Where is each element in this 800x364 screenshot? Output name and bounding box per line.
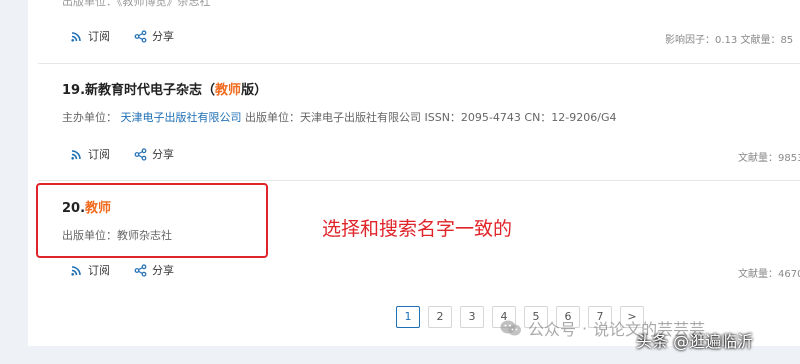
results-panel: [28, 0, 800, 346]
subscribe-label: 订阅: [88, 148, 110, 161]
sponsor-label: 主办单位：: [62, 111, 117, 124]
watermark-account: 公众号: [528, 320, 577, 339]
divider: [38, 180, 800, 181]
share-icon: [134, 147, 147, 161]
page-button[interactable]: 1: [396, 306, 420, 328]
highlight-box: [36, 183, 268, 258]
share-label: 分享: [152, 264, 174, 277]
truncated-meta: 出版单位：《教师博览》杂志社: [62, 0, 211, 8]
platform-stamp: 头条 @逛遍临沂: [636, 332, 754, 351]
title-text-post: 版）: [241, 83, 268, 98]
result-number: 19.: [62, 83, 86, 98]
share-icon: [134, 263, 147, 277]
title-highlight: 教师: [215, 83, 242, 98]
watermark-dot: ·: [582, 318, 588, 338]
share-label: 分享: [152, 30, 174, 43]
rss-icon: [71, 31, 81, 42]
wechat-icon: [500, 320, 521, 336]
subscribe-button[interactable]: 订阅: [70, 28, 110, 44]
share-icon: [134, 29, 147, 43]
subscribe-label: 订阅: [88, 264, 110, 277]
share-label: 分享: [152, 148, 174, 161]
result-stats: 文献量：4670: [738, 269, 800, 280]
subscribe-label: 订阅: [88, 30, 110, 43]
result-stats: 影响因子：0.13 文献量：85: [665, 35, 794, 46]
page-button[interactable]: 2: [428, 306, 452, 328]
share-button[interactable]: 分享: [134, 146, 174, 162]
result-meta: 主办单位： 天津电子出版社有限公司 出版单位：天津电子出版社有限公司 ISSN：…: [62, 109, 617, 125]
subscribe-button[interactable]: 订阅: [70, 146, 110, 162]
result-title[interactable]: 19.新教育时代电子杂志（教师版）: [62, 79, 267, 98]
rss-icon: [71, 265, 81, 276]
result-stats: 文献量：9853: [738, 153, 800, 164]
meta-details: 出版单位：天津电子出版社有限公司 ISSN：2095-4743 CN：12-92…: [245, 111, 617, 124]
share-button[interactable]: 分享: [134, 28, 174, 44]
page-button[interactable]: 3: [460, 306, 484, 328]
rss-icon: [71, 149, 81, 160]
share-button[interactable]: 分享: [134, 262, 174, 278]
subscribe-button[interactable]: 订阅: [70, 262, 110, 278]
title-text-pre: 新教育时代电子杂志（: [85, 83, 216, 98]
divider: [38, 63, 800, 64]
annotation-text: 选择和搜索名字一致的: [322, 218, 513, 240]
sponsor-link[interactable]: 天津电子出版社有限公司: [121, 111, 242, 124]
